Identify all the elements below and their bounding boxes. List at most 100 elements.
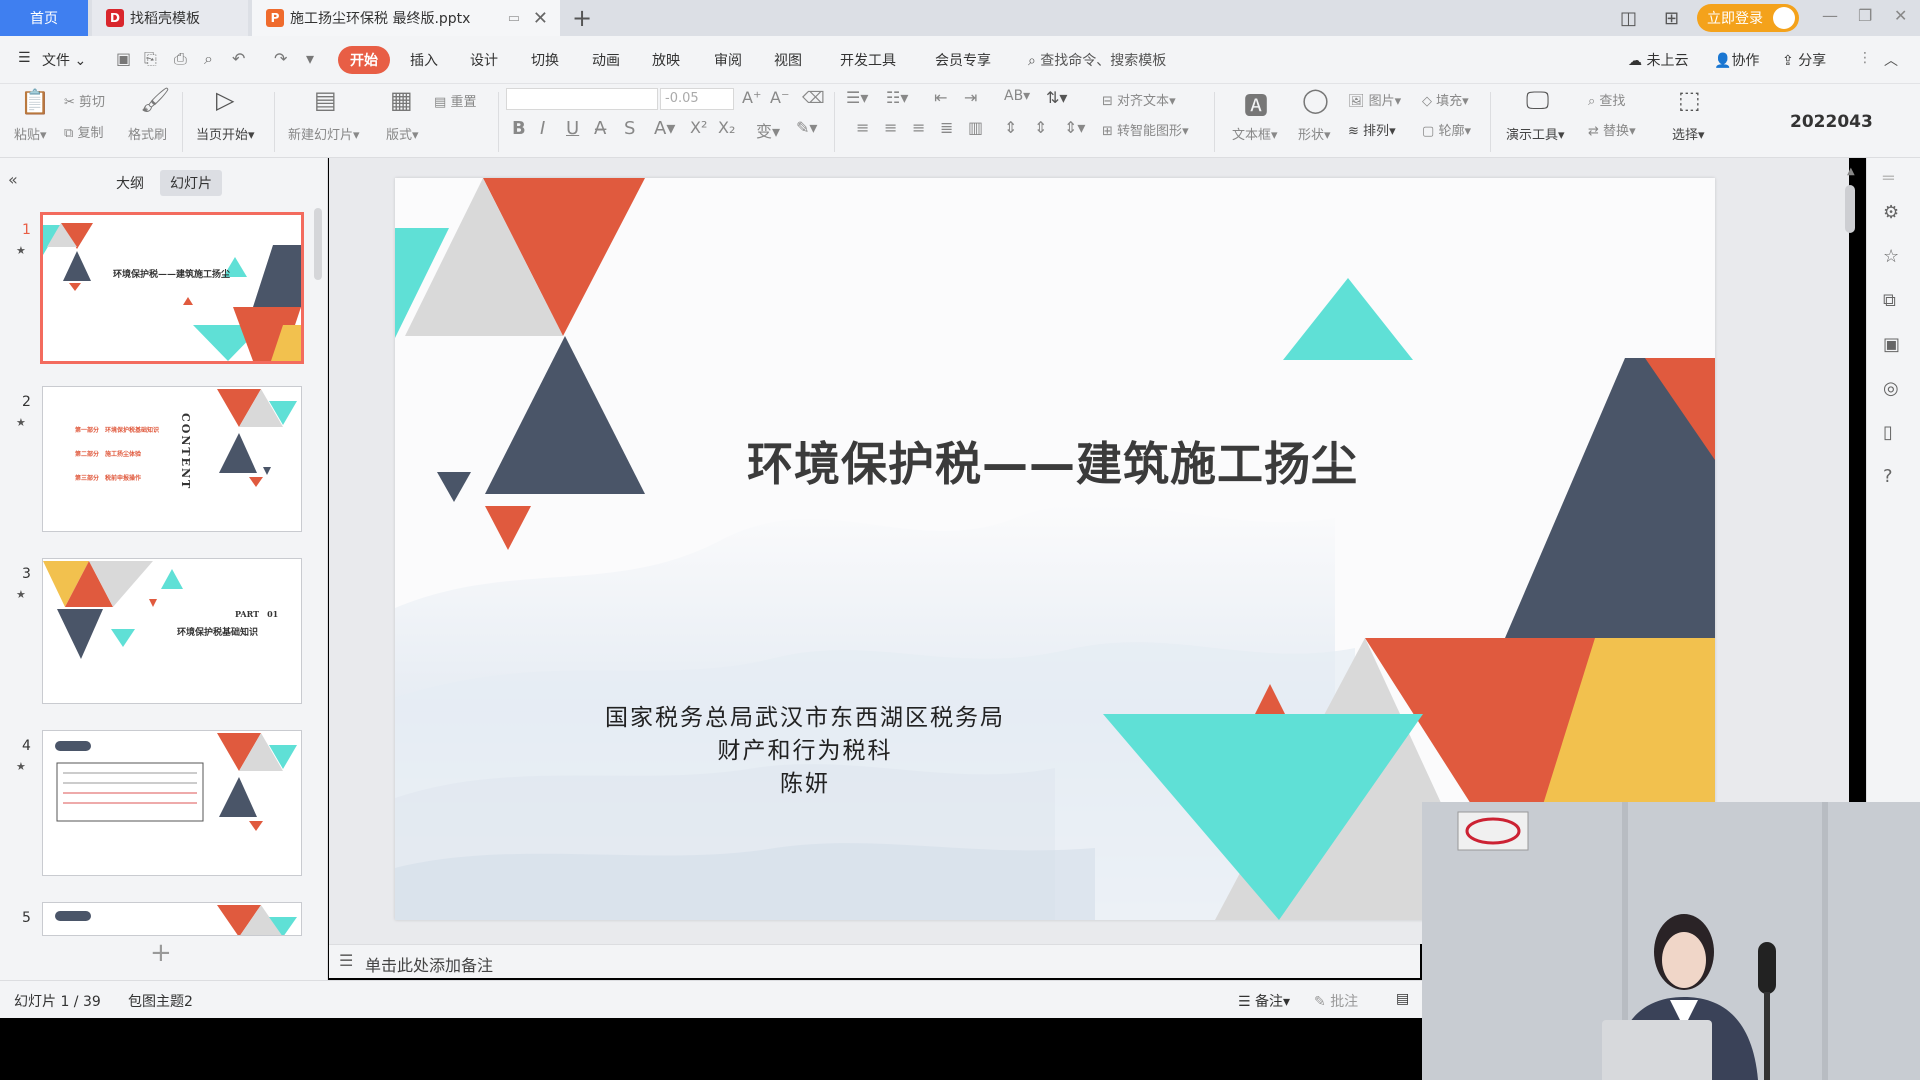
textbox-icon[interactable]: 🅰 [1244,86,1268,121]
restore-icon[interactable]: ❐ [1858,6,1872,25]
text-direction-icon[interactable]: AB▾ [1004,88,1030,104]
phonetic-icon[interactable]: 变▾ [756,118,780,142]
notes-bar[interactable]: ☰ 单击此处添加备注 [329,944,1420,978]
select-button[interactable]: 选择▾ [1672,124,1705,143]
menu-developer[interactable]: 开发工具 [840,50,896,70]
menu-home[interactable]: 开始 [338,46,390,74]
preview-icon[interactable]: ⌕ [204,49,213,69]
notes-toggle[interactable]: ☰ 备注▾ [1238,991,1290,1011]
replace-button[interactable]: ⇄ 替换▾ [1588,120,1636,139]
play-icon[interactable]: ▷ [216,86,234,114]
line-height-icon[interactable]: ⇕▾ [1064,118,1085,137]
fill-button[interactable]: ◇ 填充▾ [1422,90,1469,109]
menu-transition[interactable]: 切换 [531,50,559,70]
minimize-icon[interactable]: — [1822,6,1838,25]
menu-view[interactable]: 视图 [774,50,802,70]
underline-icon[interactable]: U [566,118,579,139]
font-size-select[interactable]: -0.05 [660,88,734,110]
menu-slideshow[interactable]: 放映 [652,50,680,70]
compass-icon[interactable]: ◎ [1883,378,1899,399]
more-icon[interactable]: ▾ [306,49,314,68]
menu-insert[interactable]: 插入 [410,50,438,70]
animation-icon[interactable]: ☆ [1883,246,1899,267]
pin-icon[interactable]: ▭ [508,11,520,26]
reset-button[interactable]: ▤ 重置 [434,91,476,110]
help-icon[interactable]: ? [1883,466,1893,487]
layout-button[interactable]: 版式▾ [386,124,419,143]
slide-thumb-4[interactable] [42,730,302,876]
para-spacing-icon[interactable]: ⇕ [1034,118,1047,137]
print-icon[interactable]: ⎙ [174,49,187,69]
collab-button[interactable]: 👤协作 [1714,50,1759,70]
align-right-icon[interactable]: ≡ [912,118,925,137]
panel-scrollbar[interactable] [314,208,322,280]
tab-slides[interactable]: 幻灯片 [160,170,222,196]
subscript-icon[interactable]: X₂ [718,118,735,137]
clear-format-icon[interactable]: ⌫ [802,88,825,107]
picture-button[interactable]: 🖼 图片▾ [1348,90,1401,109]
bold-icon[interactable]: B [512,118,526,139]
shape-button[interactable]: 形状▾ [1298,124,1331,143]
comments-toggle[interactable]: ✎ 批注 [1314,991,1358,1011]
adjust-icon[interactable]: ⚙ [1883,202,1899,223]
tab-template[interactable]: D 找稻壳模板 [92,0,248,36]
find-button[interactable]: ⌕ 查找 [1588,90,1625,109]
slide-subtitle-line[interactable]: 国家税务总局武汉市东西湖区税务局 [575,698,1035,732]
canvas-scrollbar[interactable] [1845,185,1855,233]
share-button[interactable]: ⇪ 分享 [1782,50,1826,70]
distribute-icon[interactable]: ▥ [968,118,983,137]
align-text-button[interactable]: ⊟ 对齐文本▾ [1102,90,1176,109]
menu-file[interactable]: 文件 ⌄ [42,50,86,70]
from-current-button[interactable]: 当页开始▾ [196,124,255,143]
save-icon[interactable]: ▣ [116,49,131,68]
cloud-status[interactable]: ☁ 未上云 [1628,50,1688,70]
slide-subtitle-line[interactable]: 财产和行为税科 [575,731,1035,765]
add-slide-button[interactable]: + [150,938,172,968]
arrange-button[interactable]: ≋ 排列▾ [1348,120,1396,139]
slide-title[interactable]: 环境保护税——建筑施工扬尘 [747,428,1358,494]
collapse-ribbon-icon[interactable]: ︿ [1884,50,1898,70]
format-painter-icon[interactable]: 🖌 [140,86,170,114]
export-icon[interactable]: ⎘ [144,49,157,69]
menu-member[interactable]: 会员专享 [935,50,991,70]
superscript-icon[interactable]: X² [690,118,707,137]
smart-shape-button[interactable]: ⊞ 转智能图形▾ [1102,120,1189,139]
paste-button[interactable]: 粘贴▾ [14,124,47,143]
slide-thumb-3[interactable]: PART 01 环境保护税基础知识 [42,558,302,704]
login-button[interactable]: 立即登录 [1697,4,1799,32]
close-window-icon[interactable]: ✕ [1894,6,1907,25]
picture-tool-icon[interactable]: ▣ [1883,334,1900,355]
normal-view-icon[interactable]: ▤ [1396,991,1409,1007]
slide-thumb-5[interactable] [42,902,302,936]
shape-icon[interactable]: ◯ [1302,86,1329,114]
indent-icon[interactable]: ⇥ [964,88,977,107]
slide-thumb-2[interactable]: CONTENT 第一部分 环境保护税基础知识 第二部分 施工扬尘体验 第三部分 … [42,386,302,532]
presenter-icon[interactable]: 🖵 [1526,86,1549,114]
close-tab-icon[interactable]: ✕ [533,8,548,29]
format-painter-button[interactable]: 格式刷 [128,124,167,143]
font-family-select[interactable] [506,88,658,110]
tab-outline[interactable]: 大纲 [106,170,154,196]
scroll-up-icon[interactable]: ▲ [1847,166,1855,177]
strikethrough-icon[interactable]: A̶ [594,118,606,139]
apps-grid-icon[interactable]: ⊞ [1664,8,1679,29]
align-left-icon[interactable]: ≡ [856,118,869,137]
outdent-icon[interactable]: ⇤ [934,88,947,107]
new-slide-button[interactable]: 新建幻灯片▾ [288,124,360,143]
book-icon[interactable]: ▯ [1883,422,1893,443]
slide-subtitle-line[interactable]: 陈妍 [575,764,1035,798]
slide-thumb-1[interactable]: 环境保护税——建筑施工扬尘 [40,212,304,364]
search-command[interactable]: ⌕ 查找命令、搜索模板 [1028,50,1166,70]
new-tab-button[interactable]: + [572,4,592,32]
undo-icon[interactable]: ↶ [232,49,245,68]
bullets-icon[interactable]: ☰▾ [846,88,868,107]
copy-button[interactable]: ⧉ 复制 [64,122,103,141]
paste-icon[interactable]: 📋 [20,88,50,116]
menu-animation[interactable]: 动画 [592,50,620,70]
numbering-icon[interactable]: ☷▾ [886,88,908,107]
new-slide-icon[interactable]: ▤ [314,86,337,114]
presenter-tools-button[interactable]: 演示工具▾ [1506,124,1565,143]
cut-button[interactable]: ✂ 剪切 [64,91,105,110]
textbox-button[interactable]: 文本框▾ [1232,124,1278,143]
tab-home[interactable]: 首页 [0,0,88,36]
